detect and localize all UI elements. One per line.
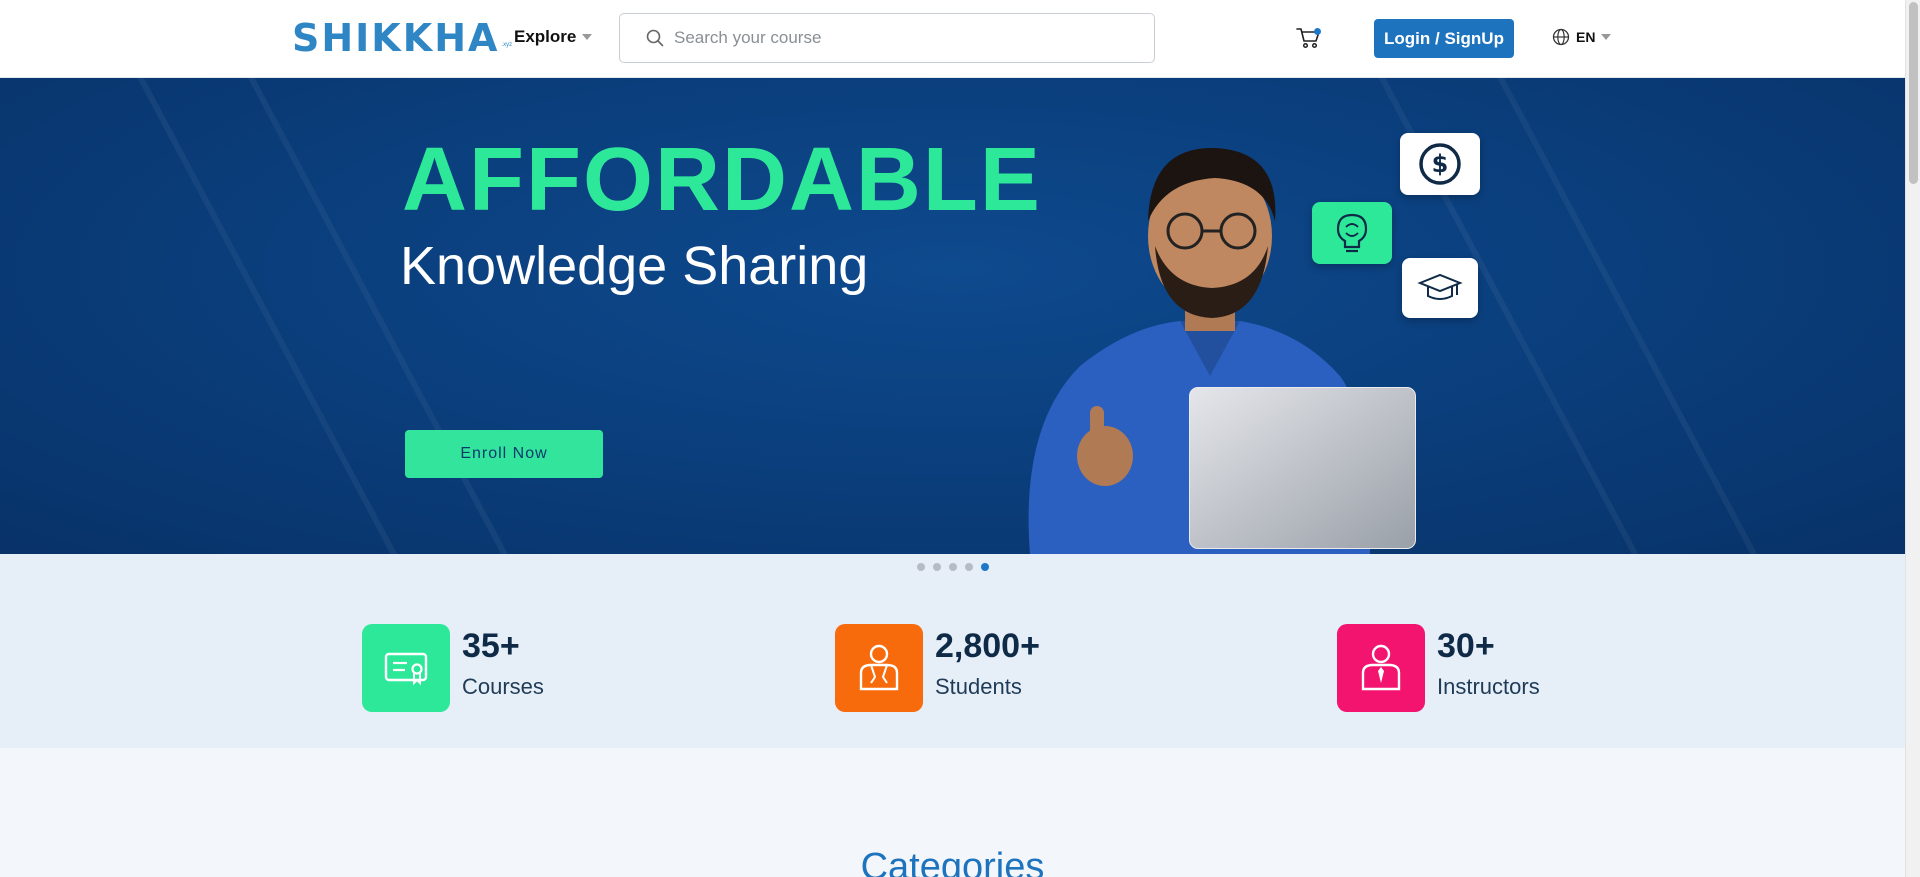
page: SHIKKHA .xyz Explore Login / SignUp	[0, 0, 1905, 877]
stat-value: 35+	[462, 627, 520, 665]
explore-label: Explore	[514, 27, 577, 46]
site-logo[interactable]: SHIKKHA .xyz	[292, 18, 512, 58]
search-box[interactable]	[619, 13, 1155, 63]
carousel-dots	[917, 563, 989, 571]
cart-button[interactable]	[1296, 26, 1324, 52]
dollar-icon: $	[1400, 133, 1480, 195]
categories-heading: Categories	[860, 846, 1045, 877]
carousel-dot[interactable]	[917, 563, 925, 571]
globe-icon	[1552, 28, 1570, 46]
carousel-dot[interactable]	[949, 563, 957, 571]
carousel-dot-active[interactable]	[981, 563, 989, 571]
stat-label: Instructors	[1437, 674, 1540, 699]
stat-value: 2,800+	[935, 627, 1040, 665]
stat-courses: 35+ Courses	[362, 624, 544, 712]
carousel-dot[interactable]	[965, 563, 973, 571]
stat-instructors: 30+ Instructors	[1337, 624, 1540, 712]
student-icon	[835, 624, 923, 712]
stat-value: 30+	[1437, 627, 1495, 665]
explore-menu[interactable]: Explore	[514, 27, 593, 47]
stat-label: Courses	[462, 674, 544, 699]
graduation-cap-icon	[1402, 258, 1478, 318]
brain-bulb-icon	[1312, 202, 1392, 264]
instructor-icon	[1337, 624, 1425, 712]
chevron-down-icon	[1601, 34, 1612, 40]
stat-label: Students	[935, 674, 1022, 699]
carousel-dot[interactable]	[933, 563, 941, 571]
logo-text: SHIKKHA	[292, 16, 500, 60]
cart-badge	[1314, 28, 1321, 35]
hero-subtitle: Knowledge Sharing	[400, 236, 869, 296]
chevron-down-icon	[582, 34, 593, 40]
certificate-icon	[362, 624, 450, 712]
search-icon	[646, 29, 664, 47]
hero-title: AFFORDABLE	[402, 130, 1042, 230]
enroll-now-button[interactable]: Enroll Now	[405, 430, 603, 478]
stat-students: 2,800+ Students	[835, 624, 1040, 712]
page-scrollbar[interactable]	[1905, 0, 1920, 877]
login-signup-button[interactable]: Login / SignUp	[1374, 19, 1514, 58]
logo-domain: .xyz	[501, 42, 513, 48]
stats-section: 35+ Courses 2,800+ Students 30+ Instruct…	[0, 554, 1905, 748]
search-input[interactable]	[674, 28, 1144, 48]
language-selector[interactable]: EN	[1552, 28, 1612, 46]
hero-person-image	[1028, 147, 1416, 554]
top-navbar: SHIKKHA .xyz Explore Login / SignUp	[0, 0, 1905, 78]
scrollbar-thumb[interactable]	[1909, 2, 1918, 184]
language-code: EN	[1576, 29, 1596, 45]
svg-text:$: $	[1432, 150, 1449, 178]
hero-banner: AFFORDABLE Knowledge Sharing Enroll Now	[0, 78, 1905, 554]
